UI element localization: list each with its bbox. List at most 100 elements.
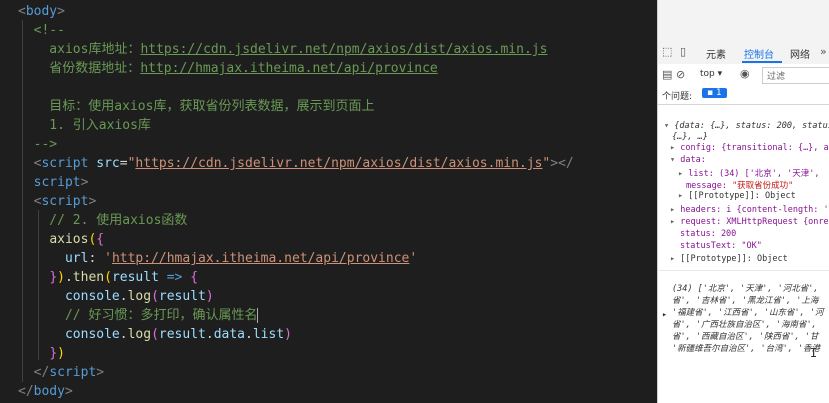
context-select[interactable]: top ▾ [700, 69, 722, 79]
code-token: script [41, 194, 89, 209]
tab-console[interactable]: 控制台 [744, 46, 774, 61]
code-token: < [18, 4, 26, 19]
code-editor[interactable]: <body> <!-- axios库地址：https://cdn.jsdeliv… [0, 0, 657, 403]
code-token: --> [18, 137, 58, 152]
expand-icon[interactable]: ▸ [662, 310, 667, 320]
expand-icon[interactable]: ▸ [678, 191, 683, 201]
code-token: . [64, 270, 73, 285]
more-tabs-icon[interactable]: » [820, 45, 827, 58]
code-token: result [111, 270, 159, 285]
code-token: > [96, 365, 105, 380]
log2-line: 省', '广西壮族自治区', '海南省', [672, 320, 817, 330]
prototype-prop: [[Prototype]]: Object [688, 191, 796, 201]
code-token: axios库地址： [18, 42, 141, 57]
code-token: } [49, 346, 58, 361]
prototype-prop: [[Prototype]]: Object [680, 254, 788, 264]
log2-line: 省', '吉林省', '黑龙江省', '上海 [672, 296, 819, 306]
tab-elements[interactable]: 元素 [706, 46, 726, 61]
code-line: 省份数据地址：http://hmajax.itheima.net/api/pro… [18, 59, 437, 78]
code-line: }).then(result => { [18, 268, 198, 287]
expand-icon[interactable]: ▸ [678, 169, 683, 179]
message-key: message: [686, 181, 733, 191]
code-token: ( [151, 327, 159, 342]
code-token: // 2. 使用axios函数 [18, 213, 188, 228]
headers-prop: headers: i {content-length: ' [680, 205, 829, 215]
code-token: log [127, 289, 152, 304]
code-token: https://cdn.jsdelivr.net/npm/axios/dist/… [140, 42, 548, 57]
code-token: script [41, 156, 89, 171]
code-token: = [119, 156, 128, 171]
code-token: 省份数据地址： [18, 61, 141, 76]
code-line: 目标：使用axios库，获取省份列表数据，展示到页面上 [18, 97, 374, 116]
code-token: { [190, 270, 199, 285]
code-token: script [49, 365, 97, 380]
code-token: 1. 引入axios库 [18, 118, 151, 133]
clear-console-icon[interactable]: ⊘ [676, 68, 685, 81]
code-line: // 2. 使用axios函数 [18, 211, 187, 230]
code-token: body [25, 4, 58, 19]
log-divider [658, 270, 829, 271]
code-token: console [64, 289, 120, 304]
code-line: axios({ [18, 230, 104, 249]
code-line: // 好习惯：多打印，确认属性名 [18, 306, 259, 325]
code-token: ) [205, 289, 214, 304]
code-token: ( [151, 289, 159, 304]
code-token: ) [57, 346, 65, 361]
expand-icon[interactable]: ▸ [670, 254, 675, 264]
statustext-prop: statusText: "OK" [680, 241, 762, 251]
code-token: < [18, 156, 42, 171]
code-line: console.log(result) [18, 287, 214, 306]
text-cursor [257, 308, 259, 323]
collapse-icon[interactable]: ▾ [664, 121, 669, 131]
code-token: then [72, 270, 105, 285]
inspect-icon[interactable]: ⬚ [662, 45, 672, 58]
code-token: > [80, 175, 89, 190]
code-token: <!-- [18, 23, 65, 38]
log2-line: '新疆维吾尔自治区', '台湾', '香港 [672, 344, 821, 354]
issues-badge[interactable]: ▪ 1 [702, 88, 727, 98]
code-token: list [252, 327, 285, 342]
expand-icon[interactable]: ▸ [670, 205, 675, 215]
expand-icon[interactable]: ▸ [670, 143, 675, 153]
code-line: <!-- [18, 21, 65, 40]
expand-icon[interactable]: ▸ [670, 217, 675, 227]
code-line: script> [18, 173, 89, 192]
devtools-top-area [658, 0, 829, 41]
devtools-panel: ⬚ ▯ 元素 控制台 网络 » ▤ ⊘ top ▾ ◉ 过滤 个问题: ▪ 1 … [657, 0, 829, 403]
data-prop: data: [680, 155, 706, 165]
code-token: > [64, 384, 73, 399]
code-token: https://cdn.jsdelivr.net/npm/axios/dist/… [135, 156, 543, 171]
filter-input[interactable]: 过滤 [762, 67, 829, 84]
code-token: ( [104, 270, 112, 285]
message-icon: ▪ [707, 88, 714, 98]
code-line: </body> [18, 382, 73, 401]
code-token: ) [57, 270, 65, 285]
code-line: --> [18, 135, 58, 154]
config-prop: config: {transitional: {…}, ad [680, 143, 829, 153]
code-line: axios库地址：https://cdn.jsdelivr.net/npm/ax… [18, 40, 547, 59]
sidebar-toggle-icon[interactable]: ▤ [662, 68, 672, 81]
device-icon[interactable]: ▯ [680, 45, 686, 58]
status-prop: status: 200 [680, 229, 737, 239]
code-token: body [33, 384, 65, 399]
filter-placeholder: 过滤 [767, 72, 786, 82]
code-token: > [57, 4, 65, 19]
code-token: console [64, 327, 120, 342]
code-token: result [158, 289, 206, 304]
code-token: { [96, 232, 105, 247]
log1-summary-cont: {…}, …} [672, 132, 708, 142]
code-token: </ [18, 384, 34, 399]
code-token: : [88, 251, 105, 266]
code-token: => [158, 270, 191, 285]
code-token: . [245, 327, 253, 342]
code-line: </script> [18, 363, 104, 382]
code-token: ' [409, 251, 418, 266]
collapse-icon[interactable]: ▾ [670, 155, 675, 165]
log2-line: (34) ['北京', '天津', '河北省', [672, 284, 819, 294]
eye-icon[interactable]: ◉ [740, 67, 750, 80]
code-token: ' [104, 251, 112, 266]
tab-network[interactable]: 网络 [790, 46, 810, 61]
